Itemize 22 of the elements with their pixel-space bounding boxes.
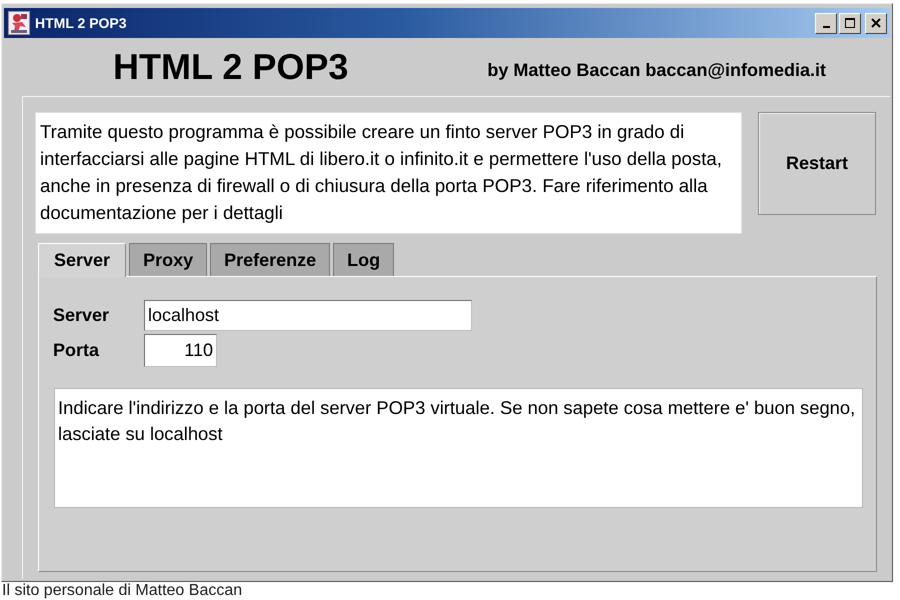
page-caption: Il sito personale di Matteo Baccan — [1, 582, 244, 600]
tab[interactable]: Log — [333, 243, 394, 276]
tab[interactable]: Server — [38, 243, 126, 277]
tab[interactable]: Proxy — [129, 243, 208, 276]
close-icon — [871, 18, 881, 28]
minimize-icon — [822, 26, 830, 28]
info-text-area: Indicare l'indirizzo e la porta del server POP3 virtuale. Se non sapete cosa mettere e' buon segno, lasciate su localhost — [54, 388, 863, 508]
window-title: HTML 2 POP3 — [35, 15, 127, 31]
description-text-area: Tramite questo programma è possibile creare un finto server POP3 in grado di interfacciarsi alle pagine HTML di libero.it o infinito.it e permettere l'uso della posta, anche in presenza di firewall o di chiusura della porta POP3. Fare riferimento alla documentazione per i dettagli — [35, 112, 742, 234]
tab[interactable]: Preferenze — [210, 243, 330, 276]
author-byline: by Matteo Baccan baccan@infomedia.it — [487, 58, 826, 80]
app-icon — [8, 11, 30, 35]
server-field[interactable]: localhost — [144, 300, 472, 331]
port-label: Porta — [53, 340, 100, 361]
close-button[interactable] — [865, 12, 887, 34]
port-field[interactable]: 110 — [144, 334, 217, 367]
minimize-button[interactable] — [815, 12, 837, 34]
maximize-button[interactable] — [839, 12, 861, 34]
server-label: Server — [53, 305, 110, 326]
restart-button[interactable]: Restart — [758, 112, 876, 215]
app-heading: HTML 2 POP3 — [113, 49, 348, 85]
maximize-icon — [845, 18, 855, 28]
